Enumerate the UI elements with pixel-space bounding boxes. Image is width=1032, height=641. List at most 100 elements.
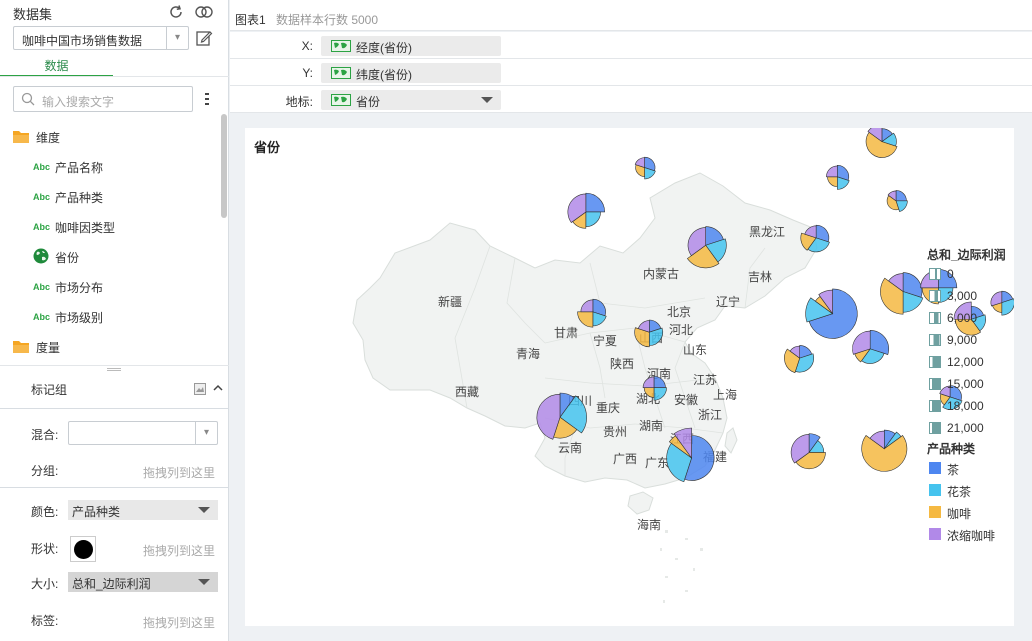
- size-legend-swatch: [929, 356, 941, 368]
- size-field-value: 总和_边际利润: [72, 577, 151, 591]
- folder-icon: [13, 131, 29, 143]
- province-label: 湖南: [639, 418, 663, 433]
- globe-icon: [33, 248, 49, 264]
- search-placeholder: 输入搜索文字: [42, 95, 115, 109]
- dropdown-arrow-icon[interactable]: [481, 97, 493, 103]
- tree-item-dimension[interactable]: 省份: [0, 246, 218, 268]
- pie-slice[interactable]: [585, 192, 605, 213]
- dropdown-arrow-icon[interactable]: [198, 507, 210, 513]
- pie-slice[interactable]: [585, 211, 601, 227]
- tab-data[interactable]: 数据: [0, 57, 113, 77]
- color-legend-swatch: [929, 462, 941, 474]
- landmark-field[interactable]: 省份: [321, 90, 501, 110]
- dataset-select[interactable]: 咖啡中国市场销售数据 ▾: [13, 26, 189, 50]
- province-pie[interactable]: [826, 165, 850, 190]
- tree-folder-measures[interactable]: 度量: [0, 336, 218, 358]
- province-pie[interactable]: [865, 128, 898, 158]
- pie-slice[interactable]: [826, 165, 838, 178]
- panel-splitter[interactable]: [0, 365, 229, 373]
- link-dataset-icon[interactable]: [194, 3, 214, 21]
- province-pie[interactable]: [567, 192, 605, 229]
- tag-label: 标签:: [31, 614, 59, 628]
- size-legend-label: 3,000: [947, 289, 978, 303]
- chart-name[interactable]: 图表1: [235, 11, 266, 28]
- chart-title: 省份: [254, 140, 281, 155]
- dropdown-arrow-icon[interactable]: [198, 579, 210, 585]
- province-pie[interactable]: [990, 290, 1014, 316]
- more-menu-icon[interactable]: [202, 90, 212, 108]
- tree-folder-dimensions[interactable]: 维度: [0, 126, 218, 148]
- search-input[interactable]: 输入搜索文字: [13, 86, 193, 112]
- tree-item-dimension[interactable]: Abc 产品种类: [0, 186, 218, 208]
- province-label: 青海: [516, 346, 540, 361]
- text-type-icon: Abc: [33, 222, 51, 232]
- province-pie[interactable]: [880, 272, 924, 315]
- pie-slice[interactable]: [895, 190, 907, 202]
- mix-select[interactable]: ▾: [68, 421, 218, 445]
- color-legend-label: 茶: [947, 463, 960, 477]
- size-field-pill[interactable]: 总和_边际利润: [68, 572, 218, 592]
- tree-item-dimension[interactable]: Abc 市场级别: [0, 306, 218, 328]
- y-axis-label: Y:: [302, 66, 313, 80]
- province-pie[interactable]: [784, 345, 814, 374]
- province-label: 上海: [713, 387, 737, 402]
- image-icon[interactable]: [194, 383, 206, 395]
- size-legend-label: 6,000: [947, 311, 978, 325]
- shape-drop-zone[interactable]: 拖拽列到这里: [143, 542, 215, 559]
- province-label: 广西: [613, 452, 637, 466]
- province-label: 新疆: [438, 294, 462, 309]
- color-legend-label: 咖啡: [947, 507, 972, 521]
- x-axis-field[interactable]: 经度(省份): [321, 36, 501, 56]
- size-label: 大小:: [31, 577, 59, 591]
- chevron-down-icon[interactable]: ▾: [195, 422, 217, 444]
- province-label: 浙江: [698, 408, 722, 422]
- tree-item-label: 咖啡因类型: [55, 221, 116, 235]
- search-icon: [21, 92, 35, 106]
- grip-icon: [107, 368, 121, 371]
- province-pie[interactable]: [634, 156, 656, 180]
- shape-swatch[interactable]: [70, 536, 96, 562]
- tree-item-dimension[interactable]: Abc 产品名称: [0, 156, 218, 178]
- group-drop-zone[interactable]: 拖拽列到这里: [143, 464, 215, 481]
- tree-scrollbar-thumb[interactable]: [221, 114, 227, 218]
- tree-item-dimension[interactable]: Abc 咖啡因类型: [0, 216, 218, 238]
- province-pie[interactable]: [886, 190, 908, 213]
- landmark-value: 省份: [356, 95, 381, 109]
- tag-drop-zone[interactable]: 拖拽列到这里: [143, 614, 215, 631]
- province-label: 海南: [637, 517, 661, 532]
- divider: [0, 487, 229, 488]
- size-legend-swatch: [929, 312, 941, 324]
- edit-icon[interactable]: [195, 29, 213, 47]
- china-map[interactable]: 黑龙江吉林辽宁内蒙古新疆青海西藏宁夏山西海南北京河北山东甘肃陕西河南江苏上海浙江…: [245, 128, 1014, 626]
- tree-item-label: 产品名称: [55, 161, 104, 175]
- province-label: 山东: [683, 343, 707, 357]
- province-pie[interactable]: [861, 429, 908, 472]
- province-label: 重庆: [596, 401, 620, 415]
- tree-folder-label: 维度: [36, 131, 61, 145]
- province-label: 安徽: [674, 392, 698, 407]
- province-label: 陕西: [610, 356, 634, 371]
- y-axis-field[interactable]: 纬度(省份): [321, 63, 501, 83]
- landmark-label: 地标:: [285, 95, 313, 109]
- color-legend-title: 产品种类: [927, 442, 976, 456]
- x-axis-label: X:: [301, 39, 313, 53]
- sample-row-count: 数据样本行数 5000: [276, 13, 379, 27]
- tree-item-label: 市场分布: [55, 281, 104, 295]
- province-pie[interactable]: [805, 288, 858, 339]
- tree-item-dimension[interactable]: Abc 市场分布: [0, 276, 218, 298]
- province-pie[interactable]: [790, 433, 826, 470]
- pie-slice[interactable]: [827, 176, 838, 187]
- chevron-down-icon[interactable]: ▾: [166, 27, 188, 49]
- province-pie[interactable]: [852, 330, 889, 364]
- chevron-up-icon[interactable]: [212, 382, 224, 394]
- province-label: 甘肃: [554, 326, 578, 340]
- province-label: 西藏: [455, 385, 479, 399]
- size-legend-swatch: [929, 268, 941, 280]
- color-field-pill[interactable]: 产品种类: [68, 500, 218, 520]
- color-legend-label: 花茶: [947, 485, 972, 499]
- data-panel: 数据集 咖啡中国市场销售数据 ▾ 数据 输入搜索文字 维度 Abc 产品名称 A…: [0, 0, 229, 641]
- size-legend-swatch: [929, 422, 941, 434]
- color-legend-swatch: [929, 506, 941, 518]
- refresh-icon[interactable]: [166, 3, 186, 21]
- tab-divider: [0, 76, 229, 77]
